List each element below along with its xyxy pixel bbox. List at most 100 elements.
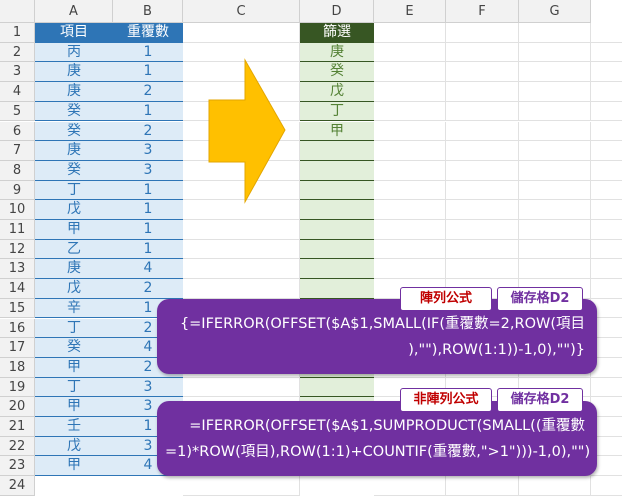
cell-count[interactable]: 1 [113, 42, 183, 63]
cell-e6[interactable] [374, 121, 446, 142]
cell-f12[interactable] [446, 239, 519, 260]
cell-item[interactable]: 丁 [35, 318, 113, 339]
cell-item[interactable]: 丙 [35, 42, 113, 63]
cell-g2[interactable] [519, 42, 591, 63]
cell-count[interactable]: 1 [113, 180, 183, 201]
cell-c19[interactable] [183, 377, 300, 398]
cell-c12[interactable] [183, 239, 300, 260]
cell-item[interactable]: 乙 [35, 239, 113, 260]
row-header-17[interactable]: 17 [0, 338, 35, 358]
row-header-9[interactable]: 9 [0, 180, 35, 201]
cell-item[interactable]: 辛 [35, 298, 113, 319]
cell-item[interactable]: 癸 [35, 160, 113, 181]
cell-item[interactable]: 甲 [35, 397, 113, 417]
row-header-21[interactable]: 21 [0, 417, 35, 437]
cell-f1[interactable] [446, 23, 519, 43]
cell-filtered-empty[interactable] [300, 377, 374, 398]
cell-e13[interactable] [374, 259, 446, 280]
column-header-g[interactable]: G [519, 0, 591, 23]
row-header-1[interactable]: 1 [0, 23, 35, 43]
cell-f24[interactable] [446, 476, 519, 496]
row-header-14[interactable]: 14 [0, 279, 35, 299]
select-all-corner[interactable] [0, 0, 35, 23]
cell-count[interactable]: 1 [113, 62, 183, 83]
spreadsheet-grid[interactable]: ABCDEFG 1 2 3 4 5 6 7 8 9 10 11 12 13 14 15 16 17 18 19 20 2… [0, 0, 622, 497]
cell-c3[interactable] [183, 62, 300, 83]
cell-f6[interactable] [446, 121, 519, 142]
cell-item[interactable]: 庚 [35, 82, 113, 102]
cell-item[interactable]: 丁 [35, 180, 113, 201]
cell-item[interactable]: 庚 [35, 141, 113, 161]
row-header-10[interactable]: 10 [0, 200, 35, 220]
cell-count[interactable]: 3 [113, 141, 183, 161]
cell-e5[interactable] [374, 101, 446, 122]
cell-c13[interactable] [183, 259, 300, 280]
cell-count[interactable]: 1 [113, 200, 183, 220]
cell-c5[interactable] [183, 101, 300, 122]
cell-f11[interactable] [446, 220, 519, 240]
column-header-a[interactable]: A [35, 0, 113, 23]
cell-g4[interactable] [519, 82, 591, 102]
cell-g12[interactable] [519, 239, 591, 260]
cell-g8[interactable] [519, 160, 591, 181]
cell-e9[interactable] [374, 180, 446, 201]
cell-g7[interactable] [519, 141, 591, 161]
cell-item[interactable]: 丁 [35, 377, 113, 398]
cell-filtered-empty[interactable] [300, 141, 374, 161]
cell-f3[interactable] [446, 62, 519, 83]
cell-g5[interactable] [519, 101, 591, 122]
cell-item[interactable]: 庚 [35, 62, 113, 83]
row-header-4[interactable]: 4 [0, 82, 35, 102]
cell-item[interactable]: 戊 [35, 279, 113, 299]
cell-e10[interactable] [374, 200, 446, 220]
cell-a1-header[interactable]: 項目 [35, 23, 113, 43]
cell-c4[interactable] [183, 82, 300, 102]
cell-g10[interactable] [519, 200, 591, 220]
row-header-23[interactable]: 23 [0, 456, 35, 477]
cell-c8[interactable] [183, 160, 300, 181]
cell-e12[interactable] [374, 239, 446, 260]
cell-filtered[interactable]: 戊 [300, 82, 374, 102]
column-header-b[interactable]: B [113, 0, 183, 23]
row-header-6[interactable]: 6 [0, 121, 35, 142]
cell-filtered-empty[interactable] [300, 200, 374, 220]
cell-count[interactable]: 3 [113, 377, 183, 398]
cell-b1-header[interactable]: 重覆數 [113, 23, 183, 43]
cell-filtered-empty[interactable] [300, 220, 374, 240]
cell-c10[interactable] [183, 200, 300, 220]
cell-f9[interactable] [446, 180, 519, 201]
cell-e24[interactable] [374, 476, 446, 496]
cell-f7[interactable] [446, 141, 519, 161]
cell-filtered[interactable]: 甲 [300, 121, 374, 142]
cell-item[interactable]: 戊 [35, 436, 113, 457]
cell-f2[interactable] [446, 42, 519, 63]
cell-c1[interactable] [183, 23, 300, 43]
cell-g9[interactable] [519, 180, 591, 201]
cell-count[interactable]: 1 [113, 101, 183, 122]
cell-c9[interactable] [183, 180, 300, 201]
cell-item[interactable]: 壬 [35, 417, 113, 437]
cell-item[interactable]: 甲 [35, 220, 113, 240]
column-header-f[interactable]: F [446, 0, 519, 23]
row-header-3[interactable]: 3 [0, 62, 35, 83]
row-header-16[interactable]: 16 [0, 318, 35, 339]
cell-count[interactable]: 2 [113, 279, 183, 299]
cell-item[interactable]: 癸 [35, 338, 113, 358]
row-header-11[interactable]: 11 [0, 220, 35, 240]
cell-filtered-empty[interactable] [300, 160, 374, 181]
cell-g11[interactable] [519, 220, 591, 240]
cell-filtered-empty[interactable] [300, 279, 374, 299]
cell-filtered[interactable]: 丁 [300, 101, 374, 122]
cell-item[interactable]: 甲 [35, 357, 113, 378]
cell-item[interactable]: 戊 [35, 200, 113, 220]
cell-c14[interactable] [183, 279, 300, 299]
cell-e8[interactable] [374, 160, 446, 181]
row-header-2[interactable]: 2 [0, 42, 35, 63]
cell-e1[interactable] [374, 23, 446, 43]
row-header-5[interactable]: 5 [0, 101, 35, 122]
cell-g6[interactable] [519, 121, 591, 142]
cell-f5[interactable] [446, 101, 519, 122]
column-header-d[interactable]: D [300, 0, 374, 23]
cell-g3[interactable] [519, 62, 591, 83]
cell-filtered-empty[interactable] [300, 259, 374, 280]
